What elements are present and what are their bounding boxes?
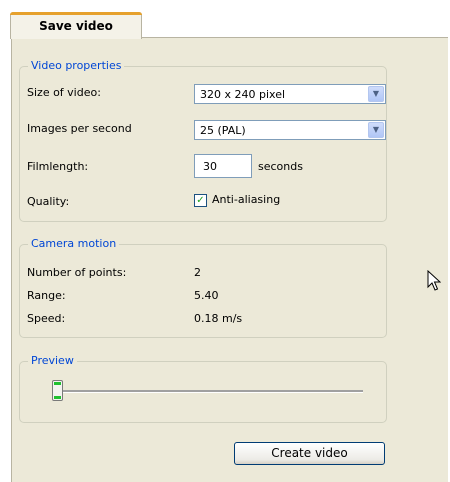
check-icon: ✓ — [196, 195, 205, 206]
filmlength-unit: seconds — [258, 160, 303, 173]
anti-aliasing-checkbox[interactable]: ✓ — [194, 194, 207, 207]
range-label: Range: — [27, 289, 66, 302]
tab-save-video[interactable]: Save video — [10, 12, 142, 39]
filmlength-value: 30 — [203, 160, 217, 173]
speed-value: 0.18 m/s — [194, 312, 243, 325]
tab-highlight — [10, 12, 142, 15]
tab-label: Save video — [39, 19, 113, 33]
filmlength-label: Filmlength: — [27, 160, 89, 173]
create-video-button[interactable]: Create video — [234, 442, 385, 465]
mouse-pointer-icon — [427, 269, 442, 295]
images-per-second-select[interactable]: 25 (PAL) ▼ — [194, 120, 386, 140]
video-properties-legend: Video properties — [28, 59, 125, 72]
slider-grip-bottom — [54, 396, 61, 399]
number-of-points-label: Number of points: — [27, 266, 127, 279]
anti-aliasing-label[interactable]: Anti-aliasing — [212, 193, 280, 206]
camera-motion-legend: Camera motion — [28, 237, 120, 250]
slider-grip-top — [54, 382, 61, 385]
size-of-video-select[interactable]: 320 x 240 pixel ▼ — [194, 84, 386, 104]
size-of-video-label: Size of video: — [27, 86, 101, 99]
range-value: 5.40 — [194, 289, 219, 302]
quality-label: Quality: — [27, 195, 70, 208]
chevron-down-icon[interactable]: ▼ — [368, 122, 384, 138]
images-per-second-label: Images per second — [27, 122, 132, 135]
filmlength-input[interactable]: 30 — [194, 154, 252, 178]
preview-slider-thumb[interactable] — [52, 380, 63, 401]
images-per-second-value: 25 (PAL) — [200, 124, 246, 137]
chevron-down-icon[interactable]: ▼ — [368, 86, 384, 102]
preview-legend: Preview — [28, 354, 77, 367]
size-of-video-value: 320 x 240 pixel — [200, 88, 286, 101]
speed-label: Speed: — [27, 312, 66, 325]
preview-slider-track[interactable] — [59, 390, 363, 393]
number-of-points-value: 2 — [194, 266, 201, 279]
